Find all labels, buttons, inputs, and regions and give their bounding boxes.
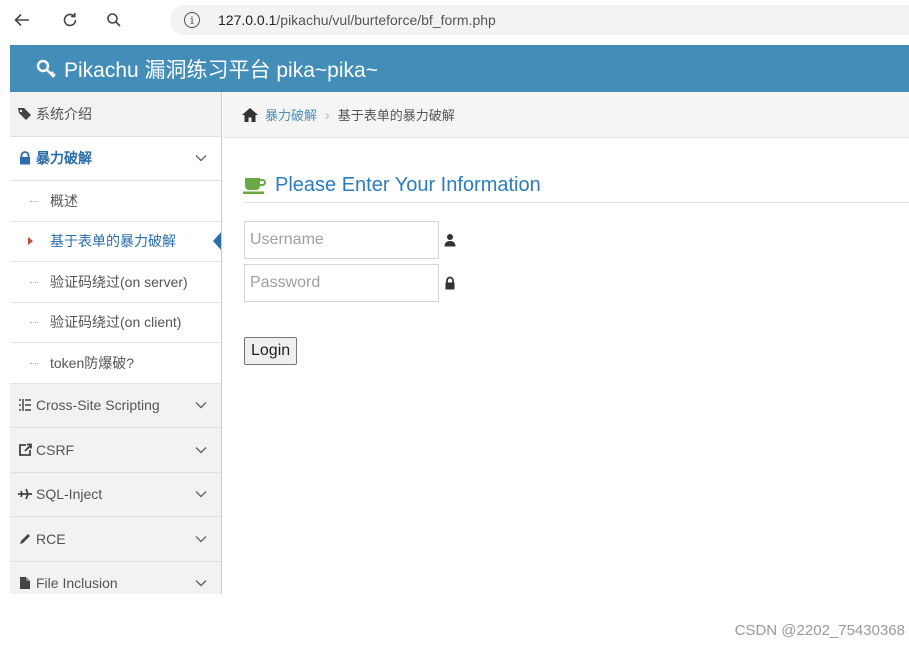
share-square-icon <box>17 443 33 457</box>
password-input[interactable] <box>244 264 439 302</box>
tree-dash <box>30 322 38 324</box>
bruteforce-submenu: 概述 基于表单的暴力破解 验证码绕过(on server) 验证码绕过(on c… <box>10 181 221 384</box>
submenu-label: 验证码绕过(on client) <box>50 314 182 331</box>
breadcrumb: 暴力破解 › 基于表单的暴力破解 <box>223 92 909 138</box>
sidebar-item-label: RCE <box>36 530 66 547</box>
username-input[interactable] <box>244 221 439 259</box>
submenu-item-captcha-server[interactable]: 验证码绕过(on server) <box>10 262 221 303</box>
breadcrumb-parent-link[interactable]: 暴力破解 <box>265 105 317 124</box>
sidebar-item-label: Cross-Site Scripting <box>36 397 160 414</box>
sidebar-item-label: File Inclusion <box>36 575 118 592</box>
chevron-down-icon[interactable] <box>195 535 207 543</box>
file-icon <box>17 576 33 590</box>
sidebar-item-intro[interactable]: 系统介绍 <box>10 92 221 137</box>
submenu-label: 概述 <box>50 192 78 209</box>
password-row <box>244 264 456 302</box>
submenu-item-captcha-client[interactable]: 验证码绕过(on client) <box>10 302 221 343</box>
sidebar-item-label: 暴力破解 <box>36 150 92 167</box>
info-icon[interactable]: i <box>184 12 200 28</box>
sidebar-item-file-inclusion[interactable]: File Inclusion <box>10 562 221 595</box>
lock-icon <box>17 151 33 165</box>
user-icon <box>444 234 456 247</box>
home-icon[interactable] <box>241 107 259 123</box>
plane-icon <box>17 487 33 501</box>
form-title: Please Enter Your Information <box>275 173 541 196</box>
chevron-down-icon[interactable] <box>195 490 207 498</box>
reload-icon[interactable] <box>54 4 86 36</box>
submenu-item-token[interactable]: token防爆破? <box>10 343 221 384</box>
tags-icon <box>17 107 33 121</box>
chevron-down-icon[interactable] <box>195 446 207 454</box>
pencil-icon <box>17 532 33 546</box>
sidebar: 系统介绍 暴力破解 概述 基于表单的暴力破解 验证码绕过(on server) … <box>10 92 222 594</box>
sidebar-item-rce[interactable]: RCE <box>10 517 221 562</box>
sidebar-item-sqli[interactable]: SQL-Inject <box>10 473 221 517</box>
sidebar-item-bruteforce[interactable]: 暴力破解 <box>10 136 221 181</box>
form-header: Please Enter Your Information <box>243 168 909 203</box>
list-icon <box>17 398 33 412</box>
sidebar-item-xss[interactable]: Cross-Site Scripting <box>10 384 221 428</box>
watermark-text: CSDN @2202_75430368 <box>734 622 905 639</box>
sidebar-item-label: 系统介绍 <box>36 105 92 122</box>
login-button[interactable]: Login <box>244 337 298 365</box>
browser-toolbar: i 127.0.0.1/pikachu/vul/burteforce/bf_fo… <box>0 0 909 40</box>
username-row <box>244 221 456 259</box>
app-title[interactable]: Pikachu 漏洞练习平台 pika~pika~ <box>64 54 378 84</box>
key-icon <box>36 59 56 78</box>
chevron-down-icon[interactable] <box>195 401 207 409</box>
submenu-label: token防爆破? <box>50 354 135 371</box>
tree-dash <box>30 281 38 283</box>
chevron-down-icon[interactable] <box>195 154 207 162</box>
sidebar-item-label: SQL-Inject <box>36 486 103 503</box>
lock-icon <box>445 276 455 290</box>
tree-dash <box>30 362 38 364</box>
url-host: 127.0.0.1 <box>218 12 277 28</box>
url-path: /pikachu/vul/burteforce/bf_form.php <box>276 12 496 28</box>
active-pointer <box>213 231 221 252</box>
submenu-label: 验证码绕过(on server) <box>50 273 188 290</box>
back-arrow-icon[interactable] <box>6 4 38 36</box>
coffee-cup-icon <box>243 178 266 194</box>
submenu-label: 基于表单的暴力破解 <box>50 233 176 250</box>
caret-right-icon <box>28 237 33 246</box>
chevron-down-icon[interactable] <box>195 579 207 587</box>
search-icon[interactable] <box>98 4 130 36</box>
breadcrumb-separator: › <box>325 106 330 123</box>
url-text[interactable]: 127.0.0.1/pikachu/vul/burteforce/bf_form… <box>218 12 496 28</box>
submenu-item-overview[interactable]: 概述 <box>10 181 221 222</box>
sidebar-item-label: CSRF <box>36 441 75 458</box>
submenu-item-form-bruteforce[interactable]: 基于表单的暴力破解 <box>10 221 221 262</box>
app-header: Pikachu 漏洞练习平台 pika~pika~ <box>10 45 909 92</box>
breadcrumb-current: 基于表单的暴力破解 <box>337 108 455 123</box>
sidebar-item-csrf[interactable]: CSRF <box>10 428 221 473</box>
address-bar[interactable]: i 127.0.0.1/pikachu/vul/burteforce/bf_fo… <box>170 5 909 35</box>
tree-dash <box>30 200 38 202</box>
